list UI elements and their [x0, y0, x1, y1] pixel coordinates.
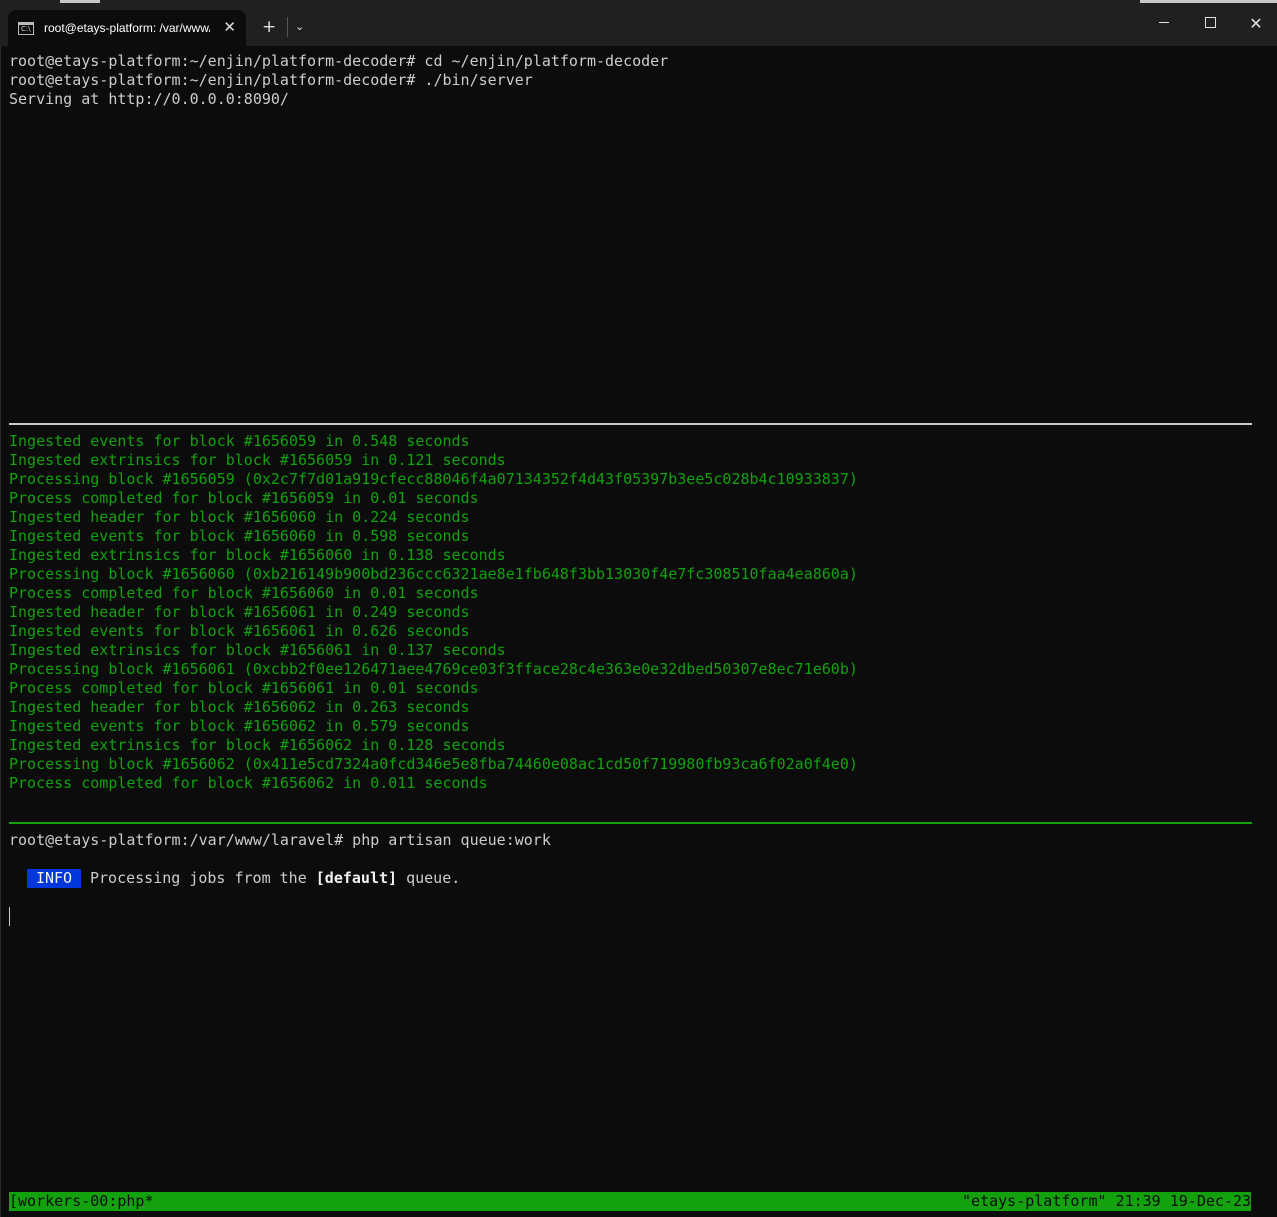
- window-border: [0, 46, 1, 1217]
- log-line: Ingested extrinsics for block #1656059 i…: [9, 451, 506, 469]
- log-line: Ingested events for block #1656059 in 0.…: [9, 432, 470, 450]
- log-line: Ingested events for block #1656061 in 0.…: [9, 622, 470, 640]
- top-accent: [60, 0, 100, 3]
- tab-separator: [287, 17, 288, 37]
- close-window-button[interactable]: ✕: [1244, 12, 1268, 36]
- log-line: Ingested events for block #1656060 in 0.…: [9, 527, 470, 545]
- terminal-line: root@etays-platform:~/enjin/platform-dec…: [9, 71, 533, 89]
- pane-divider[interactable]: [9, 423, 1252, 425]
- log-line: Ingested extrinsics for block #1656062 i…: [9, 736, 506, 754]
- log-line: Processing block #1656059 (0x2c7f7d01a91…: [9, 470, 858, 488]
- new-tab-plus-icon[interactable]: +: [262, 16, 276, 38]
- log-line: Ingested extrinsics for block #1656061 i…: [9, 641, 506, 659]
- close-tab-icon[interactable]: ✕: [223, 17, 236, 37]
- queue-name: [default]: [315, 869, 398, 887]
- tmux-window-list[interactable]: [workers-00:php*: [9, 1192, 154, 1211]
- terminal-line: Serving at http://0.0.0.0:8090/: [9, 90, 289, 108]
- log-line: Processing block #1656061 (0xcbb2f0ee126…: [9, 660, 858, 678]
- terminal-tab[interactable]: C:\ root@etays-platform: /var/www/larave…: [8, 10, 246, 46]
- maximize-icon: [1204, 17, 1216, 28]
- log-line: Ingested header for block #1656060 in 0.…: [9, 508, 470, 526]
- tab-title: root@etays-platform: /var/www/laravel: [44, 21, 210, 35]
- info-badge: INFO: [27, 869, 81, 888]
- tmux-host-time: "etays-platform" 21:39 19-Dec-23: [962, 1192, 1251, 1210]
- minimize-button[interactable]: [1152, 12, 1176, 36]
- info-message: Processing jobs from the [default] queue…: [90, 869, 460, 888]
- chevron-down-icon[interactable]: ⌄: [295, 18, 304, 36]
- log-line: Ingested header for block #1656062 in 0.…: [9, 698, 470, 716]
- log-line: Process completed for block #1656061 in …: [9, 679, 479, 697]
- log-line: Process completed for block #1656062 in …: [9, 774, 488, 792]
- terminal-icon-glyph: C:\: [21, 24, 31, 33]
- log-line: Ingested events for block #1656062 in 0.…: [9, 717, 470, 735]
- info-message-suffix: queue.: [397, 869, 461, 887]
- minimize-icon: [1159, 22, 1169, 23]
- log-line: Processing block #1656062 (0x411e5cd7324…: [9, 755, 858, 773]
- terminal-icon: C:\: [18, 21, 34, 35]
- title-bar: C:\ root@etays-platform: /var/www/larave…: [0, 0, 1277, 46]
- maximize-button[interactable]: [1198, 12, 1222, 36]
- terminal-prompt-line: root@etays-platform:/var/www/laravel# ph…: [9, 831, 551, 849]
- log-line: Process completed for block #1656060 in …: [9, 584, 479, 602]
- log-line: Ingested header for block #1656061 in 0.…: [9, 603, 470, 621]
- log-line: Processing block #1656060 (0xb216149b900…: [9, 565, 858, 583]
- pane-divider-active[interactable]: [9, 822, 1252, 824]
- info-message-prefix: Processing jobs from the: [90, 869, 316, 887]
- log-line: Ingested extrinsics for block #1656060 i…: [9, 546, 506, 564]
- text-cursor: [9, 907, 10, 926]
- log-line: Process completed for block #1656059 in …: [9, 489, 479, 507]
- tmux-status-bar: [workers-00:php* "etays-platform" 21:39 …: [9, 1192, 1251, 1211]
- terminal-line: root@etays-platform:~/enjin/platform-dec…: [9, 52, 669, 70]
- top-accent: [1140, 0, 1277, 3]
